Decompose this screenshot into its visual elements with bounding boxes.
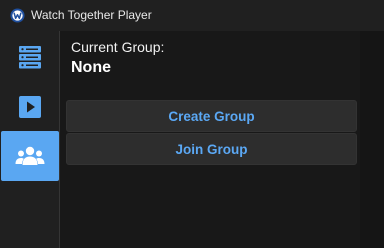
people-icon — [15, 146, 45, 165]
join-group-button[interactable]: Join Group — [66, 133, 357, 165]
sidebar-item-servers[interactable] — [0, 37, 59, 77]
right-edge-panel — [360, 31, 384, 248]
current-group-value: None — [71, 59, 111, 76]
sidebar-item-groups[interactable] — [1, 131, 59, 181]
play-icon — [18, 96, 41, 118]
current-group-label: Current Group: — [71, 39, 165, 55]
sidebar-item-player[interactable] — [0, 87, 59, 127]
app-logo-icon — [10, 8, 25, 23]
server-stack-icon — [18, 46, 41, 69]
create-group-button[interactable]: Create Group — [66, 100, 357, 132]
window-title: Watch Together Player — [31, 8, 152, 22]
title-bar: Watch Together Player — [0, 0, 384, 31]
main-panel: Current Group: None Create Group Join Gr… — [60, 31, 384, 248]
